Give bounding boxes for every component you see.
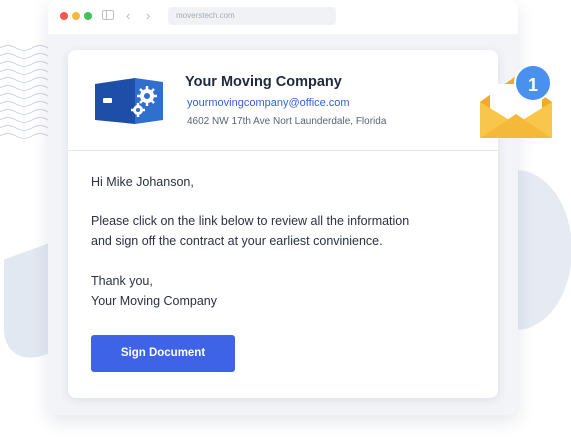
sign-document-button[interactable]: Sign Document — [91, 335, 235, 372]
email-signature: Your Moving Company — [91, 294, 217, 308]
notification-badge: 1 — [514, 64, 552, 102]
company-logo — [95, 78, 163, 124]
header-divider — [68, 150, 498, 151]
email-card: Your Moving Company yourmovingcompany@of… — [68, 50, 498, 398]
browser-titlebar: ‹ › moverstech.com — [48, 0, 518, 34]
maximize-window-dot[interactable] — [84, 12, 92, 20]
sidebar-toggle-icon[interactable] — [102, 10, 114, 20]
email-greeting: Hi Mike Johanson, — [91, 175, 194, 189]
company-address: 4602 NW 17th Ave Nort Launderdale, Flori… — [187, 116, 387, 127]
address-bar[interactable]: moverstech.com — [168, 7, 336, 25]
back-arrow-icon[interactable]: ‹ — [126, 9, 130, 23]
email-message-line-2: and sign off the contract at your earlie… — [91, 234, 383, 248]
email-closing: Thank you, — [91, 274, 153, 288]
email-message-line-1: Please click on the link below to review… — [91, 214, 410, 228]
close-window-dot[interactable] — [60, 12, 68, 20]
minimize-window-dot[interactable] — [72, 12, 80, 20]
forward-arrow-icon[interactable]: › — [146, 9, 150, 23]
company-name: Your Moving Company — [185, 74, 342, 90]
company-email-link[interactable]: yourmovingcompany@office.com — [187, 97, 350, 109]
